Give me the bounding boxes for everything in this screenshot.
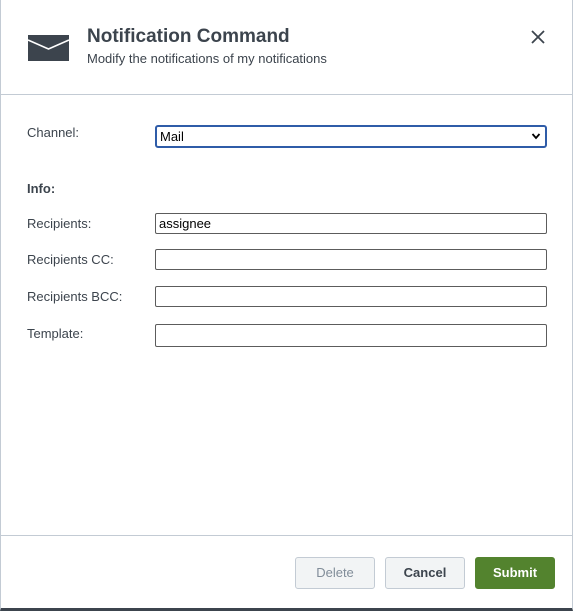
envelope-icon <box>28 35 69 61</box>
dialog-body: Channel: Mail Info: Recipients: Recipien… <box>1 95 572 535</box>
dialog-footer: Delete Cancel Submit <box>1 535 572 608</box>
channel-label: Channel: <box>27 125 80 140</box>
close-icon[interactable] <box>529 28 547 46</box>
dialog-subtitle: Modify the notifications of my notificat… <box>87 51 327 66</box>
recipients-cc-label: Recipients CC: <box>27 252 114 267</box>
recipients-bcc-label: Recipients BCC: <box>27 289 123 304</box>
info-section-label: Info: <box>27 181 56 196</box>
chevron-down-icon <box>531 133 541 140</box>
delete-button[interactable]: Delete <box>295 557 375 589</box>
notification-command-dialog: Notification Command Modify the notifica… <box>0 0 573 611</box>
recipients-label: Recipients: <box>27 216 92 231</box>
dialog-header: Notification Command Modify the notifica… <box>1 0 572 95</box>
channel-select[interactable]: Mail <box>155 125 547 148</box>
recipients-cc-input[interactable] <box>155 249 547 270</box>
recipients-input[interactable] <box>155 213 547 234</box>
submit-button[interactable]: Submit <box>475 557 555 589</box>
channel-select-value: Mail <box>160 129 184 144</box>
dialog-title: Notification Command <box>87 26 290 47</box>
recipients-bcc-input[interactable] <box>155 286 547 307</box>
template-label: Template: <box>27 326 84 341</box>
cancel-button[interactable]: Cancel <box>385 557 465 589</box>
template-input[interactable] <box>155 324 547 347</box>
